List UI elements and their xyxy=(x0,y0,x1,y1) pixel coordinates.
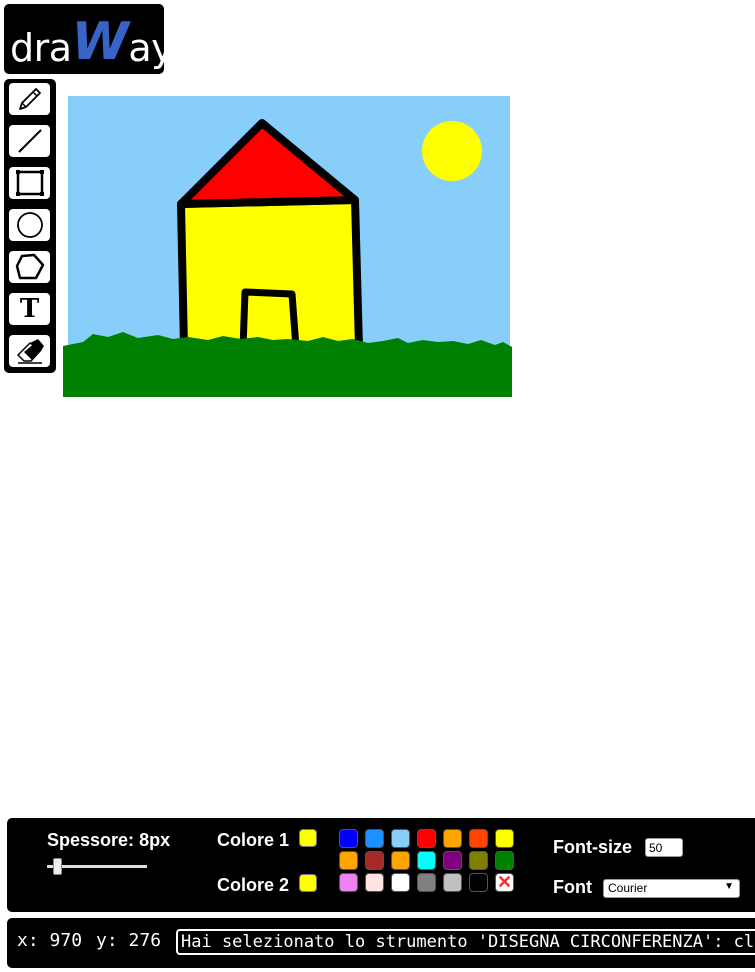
color1-label: Colore 1 xyxy=(217,830,290,850)
circle-tool-button[interactable] xyxy=(9,209,50,241)
palette-swatch[interactable] xyxy=(443,873,462,892)
palette-swatch[interactable] xyxy=(365,829,384,848)
color2-swatch[interactable] xyxy=(299,874,317,892)
thickness-slider-track[interactable] xyxy=(47,865,147,868)
color1-swatch[interactable] xyxy=(299,829,317,847)
palette-swatch[interactable] xyxy=(365,873,384,892)
palette-swatch[interactable] xyxy=(443,829,462,848)
grass xyxy=(63,332,512,397)
palette-swatch[interactable] xyxy=(417,873,436,892)
x-value: 970 xyxy=(49,930,83,951)
palette-swatch[interactable] xyxy=(417,829,436,848)
palette-swatch[interactable] xyxy=(391,851,410,870)
status-message: Hai selezionato lo strumento 'DISEGNA CI… xyxy=(176,929,755,955)
polygon-icon xyxy=(15,253,44,280)
font-size-label: Font-size xyxy=(553,837,632,857)
no-color-swatch[interactable]: ✕ xyxy=(495,873,514,892)
palette-swatch[interactable] xyxy=(443,851,462,870)
font-label: Font xyxy=(553,877,592,897)
polygon-tool-button[interactable] xyxy=(9,251,50,283)
thickness-slider-thumb[interactable] xyxy=(52,858,62,875)
palette-swatch[interactable] xyxy=(391,873,410,892)
palette-swatch[interactable] xyxy=(495,829,514,848)
logo-text: draWay xyxy=(10,12,164,74)
drawing-canvas[interactable] xyxy=(63,96,512,397)
font-size-input[interactable]: 50 xyxy=(645,838,683,857)
thickness-value: 8px xyxy=(139,830,171,850)
y-value: 276 xyxy=(128,930,162,951)
pencil-icon xyxy=(18,88,41,110)
thickness-label-row: Spessore: 8px xyxy=(47,830,170,851)
control-panel: Spessore: 8px Colore 1 Colore 2 ✕ Font-s… xyxy=(7,818,755,912)
eraser-tool-button[interactable] xyxy=(9,335,50,367)
text-tool-button[interactable]: T xyxy=(9,293,50,325)
palette-swatch[interactable] xyxy=(469,829,488,848)
y-coordinate: y: 276 xyxy=(96,930,161,951)
palette-swatch[interactable] xyxy=(365,851,384,870)
chevron-down-icon: ▼ xyxy=(724,881,734,892)
font-select[interactable]: Courier ▼ xyxy=(603,879,740,898)
logo-mark: W xyxy=(71,12,129,72)
palette-swatch[interactable] xyxy=(339,851,358,870)
text-icon: T xyxy=(19,294,40,324)
palette-swatch[interactable] xyxy=(339,829,358,848)
circle-icon xyxy=(16,212,43,238)
eraser-icon xyxy=(16,339,44,364)
logo-prefix: dra xyxy=(10,26,72,70)
x-coordinate: x: 970 xyxy=(17,930,82,951)
x-label: x: xyxy=(17,930,39,951)
palette-swatch[interactable] xyxy=(391,829,410,848)
y-label: y: xyxy=(96,930,118,951)
palette-swatch[interactable] xyxy=(469,873,488,892)
color2-label: Colore 2 xyxy=(217,875,290,895)
sun xyxy=(422,121,482,181)
app-logo: draWay xyxy=(4,4,164,74)
palette-swatch[interactable] xyxy=(469,851,488,870)
pencil-tool-button[interactable] xyxy=(9,83,50,115)
rectangle-tool-button[interactable] xyxy=(9,167,50,199)
logo-suffix: ay xyxy=(128,26,164,70)
font-select-value: Courier xyxy=(608,881,648,895)
rectangle-icon xyxy=(15,170,44,196)
palette-swatch[interactable] xyxy=(417,851,436,870)
status-bar: x: 970 y: 276 Hai selezionato lo strumen… xyxy=(7,918,755,968)
palette-swatch[interactable] xyxy=(339,873,358,892)
thickness-label: Spessore: xyxy=(47,830,135,850)
line-icon xyxy=(17,129,42,153)
tool-toolbar: T xyxy=(4,79,56,373)
palette-swatch[interactable] xyxy=(495,851,514,870)
line-tool-button[interactable] xyxy=(9,125,50,157)
